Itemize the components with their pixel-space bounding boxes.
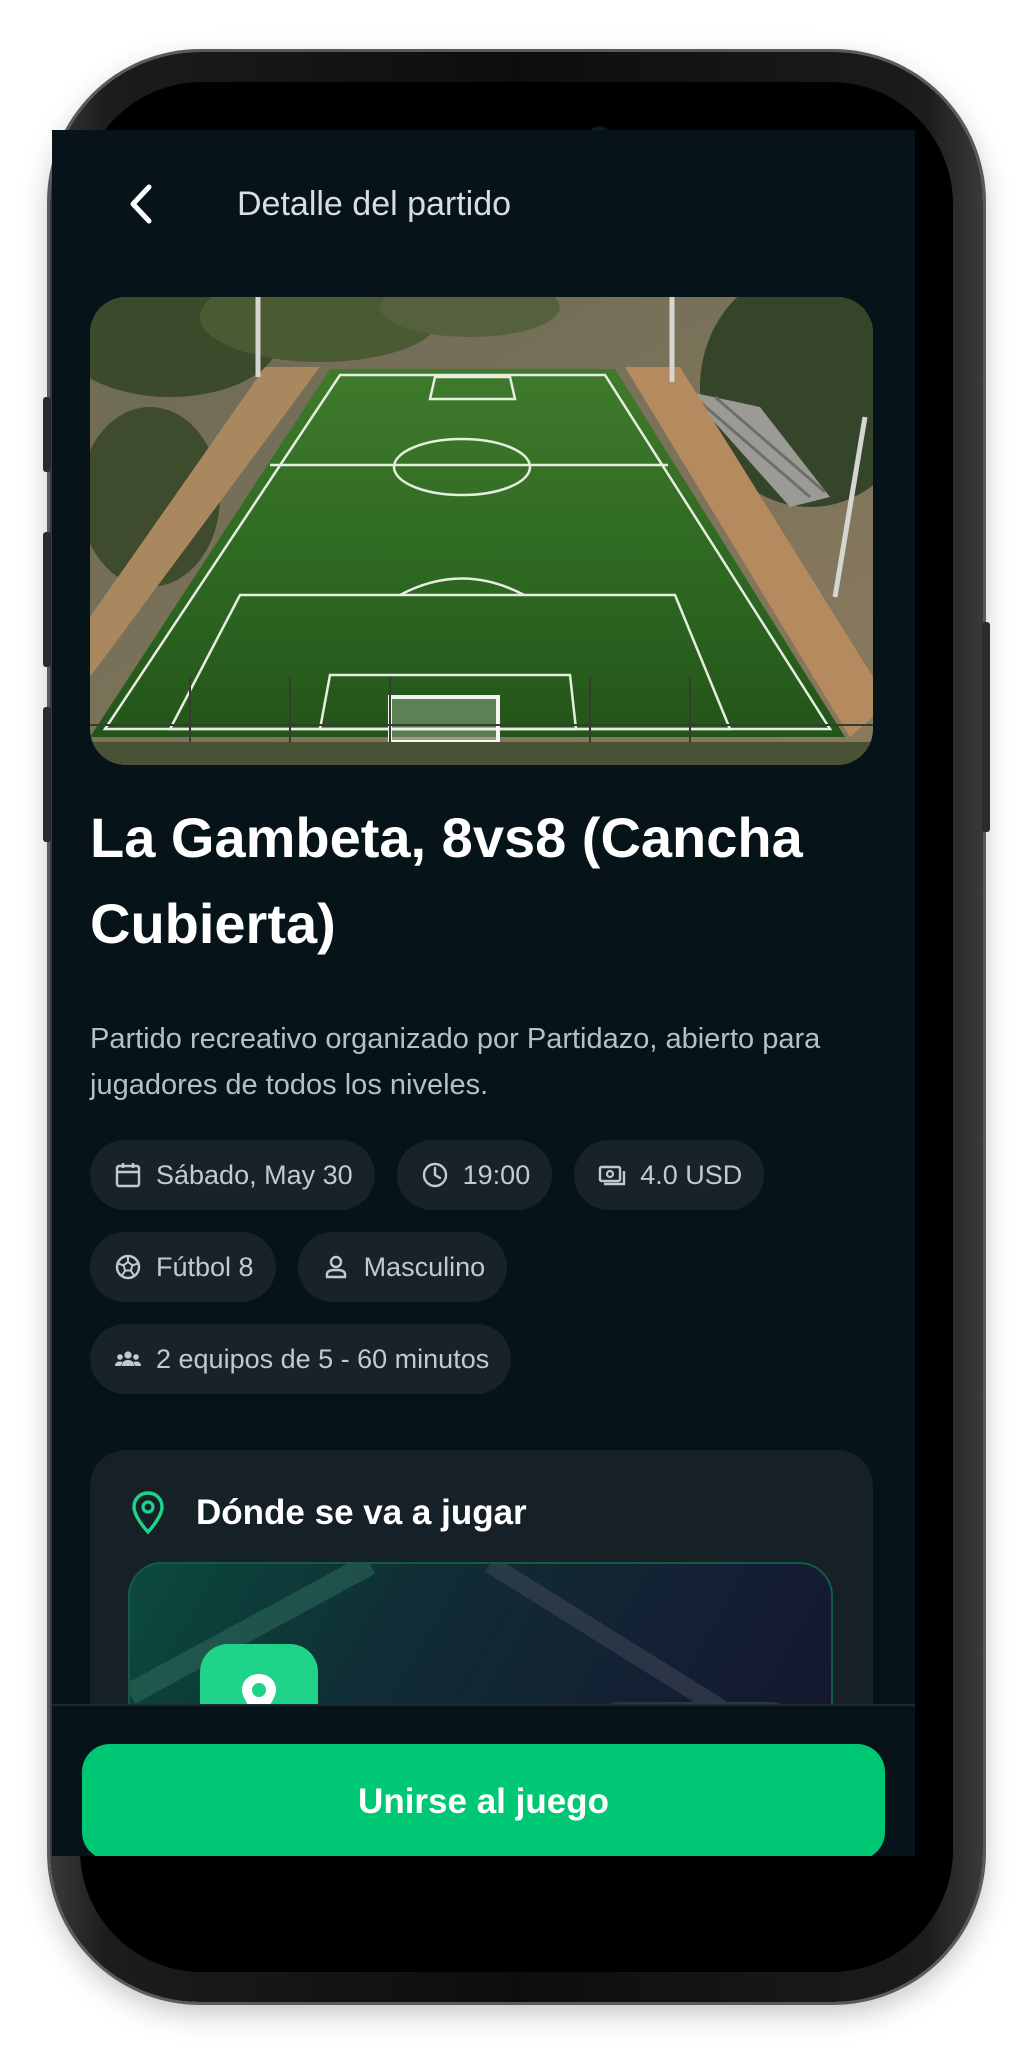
time-label: 19:00: [462, 1159, 531, 1190]
location-title: Dónde se va a jugar: [196, 1493, 527, 1532]
money-icon: [596, 1159, 628, 1191]
join-game-button[interactable]: Unirse al juego: [82, 1744, 885, 1856]
gender-label: Masculino: [363, 1251, 486, 1282]
page-title: Detalle del partido: [237, 185, 512, 223]
price-label: 4.0 USD: [640, 1159, 743, 1190]
power-button: [982, 622, 990, 832]
location-pin-icon: [132, 1491, 164, 1535]
volume-down-button: [43, 707, 51, 842]
action-button: [43, 397, 51, 472]
calendar-icon: [112, 1159, 144, 1191]
format-chip: 2 equipos de 5 - 60 minutos: [90, 1324, 512, 1394]
match-info-chips: Sábado, May 30 19:00 4.0 USD Fútbol 8 Ma…: [90, 1140, 880, 1416]
back-button[interactable]: [118, 179, 168, 229]
format-label: 2 equipos de 5 - 60 minutos: [156, 1343, 490, 1374]
date-chip: Sábado, May 30: [90, 1140, 375, 1210]
soccer-ball-icon: [112, 1251, 144, 1283]
sport-label: Fútbol 8: [156, 1251, 254, 1282]
app-screen: Detalle del partido La Gambeta, 8vs8 (Ca…: [52, 130, 915, 1856]
football-field-image: [90, 297, 873, 765]
location-header: Dónde se va a jugar: [130, 1490, 527, 1536]
bottom-action-bar: Unirse al juego: [52, 1704, 915, 1856]
time-chip: 19:00: [396, 1140, 553, 1210]
match-title: La Gambeta, 8vs8 (Cancha Cubierta): [90, 806, 803, 955]
date-label: Sábado, May 30: [156, 1159, 353, 1190]
venue-photo: [90, 297, 873, 765]
gender-chip: Masculino: [297, 1232, 508, 1302]
sport-chip: Fútbol 8: [90, 1232, 276, 1302]
price-chip: 4.0 USD: [574, 1140, 765, 1210]
chevron-left-icon: [130, 184, 152, 224]
top-app-bar: Detalle del partido: [52, 165, 915, 245]
volume-up-button: [43, 532, 51, 667]
clock-icon: [419, 1159, 451, 1191]
group-icon: [112, 1343, 144, 1375]
person-icon: [320, 1251, 352, 1283]
match-description: Partido recreativo organizado por Partid…: [90, 1023, 821, 1101]
